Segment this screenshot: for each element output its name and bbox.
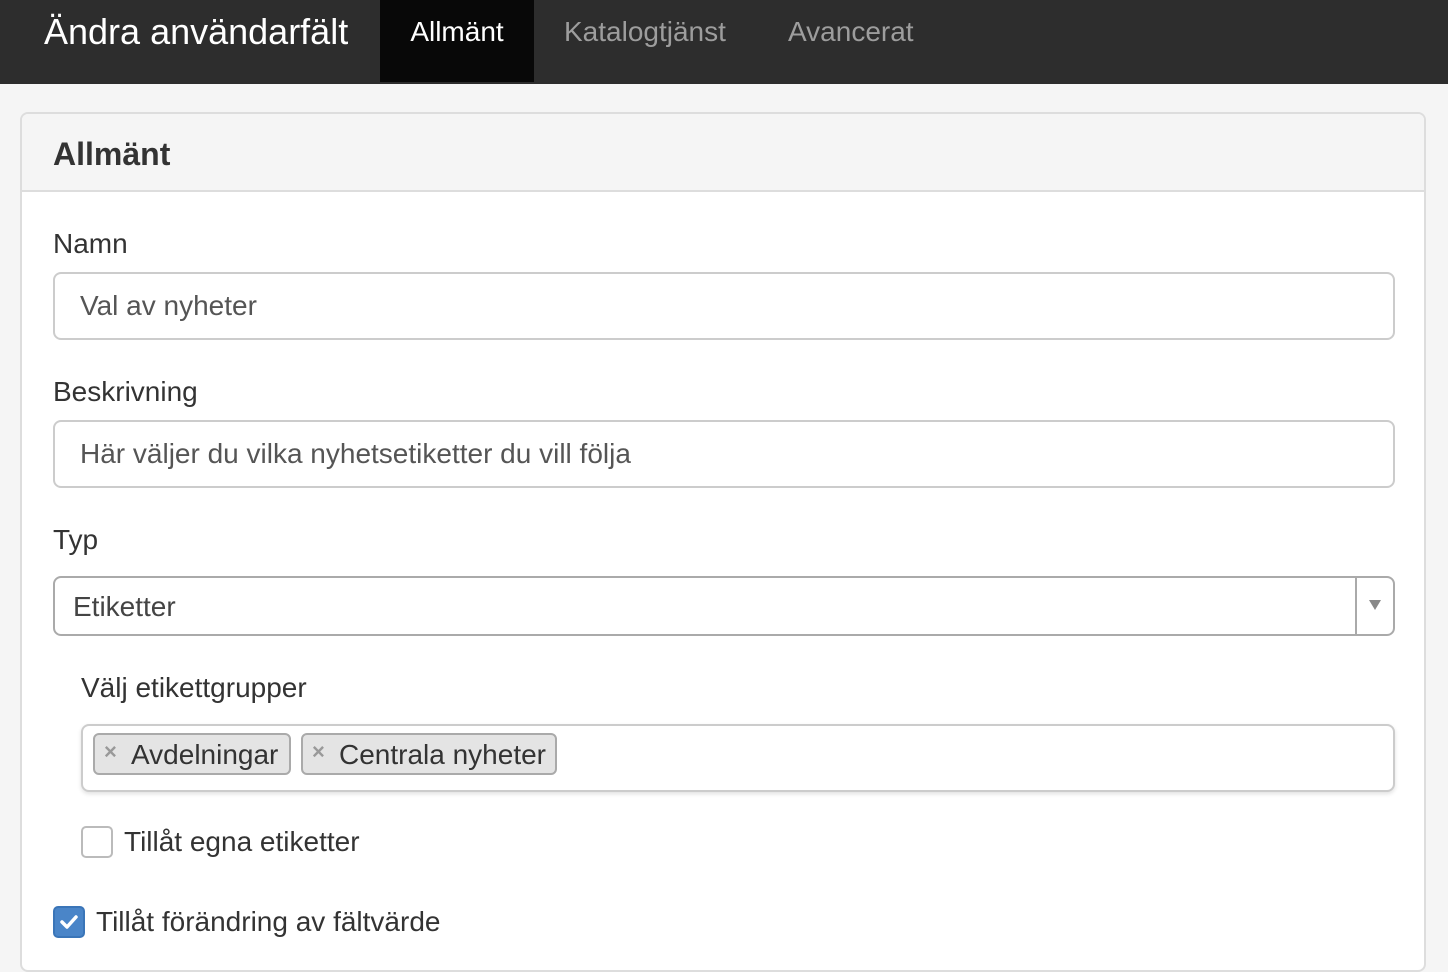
select-arrow-button[interactable] <box>1355 578 1393 634</box>
top-navigation-bar: Ändra användarfält Allmänt Katalogtjänst… <box>0 0 1448 84</box>
allow-change-checkbox[interactable] <box>53 906 85 938</box>
general-panel: Allmänt Namn Beskrivning Typ Etiketter V… <box>20 112 1426 972</box>
tab-katalogtjanst[interactable]: Katalogtjänst <box>534 0 756 82</box>
close-icon[interactable]: × <box>312 738 325 766</box>
type-select-value: Etiketter <box>73 591 176 622</box>
name-label: Namn <box>53 228 128 259</box>
tag-chip-label: Centrala nyheter <box>339 739 547 770</box>
panel-title: Allmänt <box>53 136 171 172</box>
tag-chip-label: Avdelningar <box>131 739 279 770</box>
tab-avancerat[interactable]: Avancerat <box>758 0 944 82</box>
tag-groups-multiselect[interactable]: × Avdelningar × Centrala nyheter <box>81 724 1395 792</box>
description-label: Beskrivning <box>53 376 198 407</box>
allow-own-tags-label: Tillåt egna etiketter <box>124 826 360 857</box>
tag-chip: × Avdelningar <box>93 733 291 775</box>
name-field[interactable] <box>53 272 1395 340</box>
type-select[interactable]: Etiketter <box>53 576 1395 636</box>
allow-own-tags-checkbox[interactable] <box>81 826 113 858</box>
chevron-down-icon <box>1369 600 1381 610</box>
panel-heading: Allmänt <box>22 114 1424 192</box>
page-title: Ändra användarfält <box>44 11 349 52</box>
description-field[interactable] <box>53 420 1395 488</box>
close-icon[interactable]: × <box>104 738 117 766</box>
type-label: Typ <box>53 524 99 555</box>
tag-chip: × Centrala nyheter <box>301 733 557 775</box>
check-icon <box>60 915 78 929</box>
tab-allmant[interactable]: Allmänt <box>380 0 534 82</box>
tag-groups-label: Välj etikettgrupper <box>81 672 307 703</box>
allow-change-label: Tillåt förändring av fältvärde <box>96 906 441 937</box>
